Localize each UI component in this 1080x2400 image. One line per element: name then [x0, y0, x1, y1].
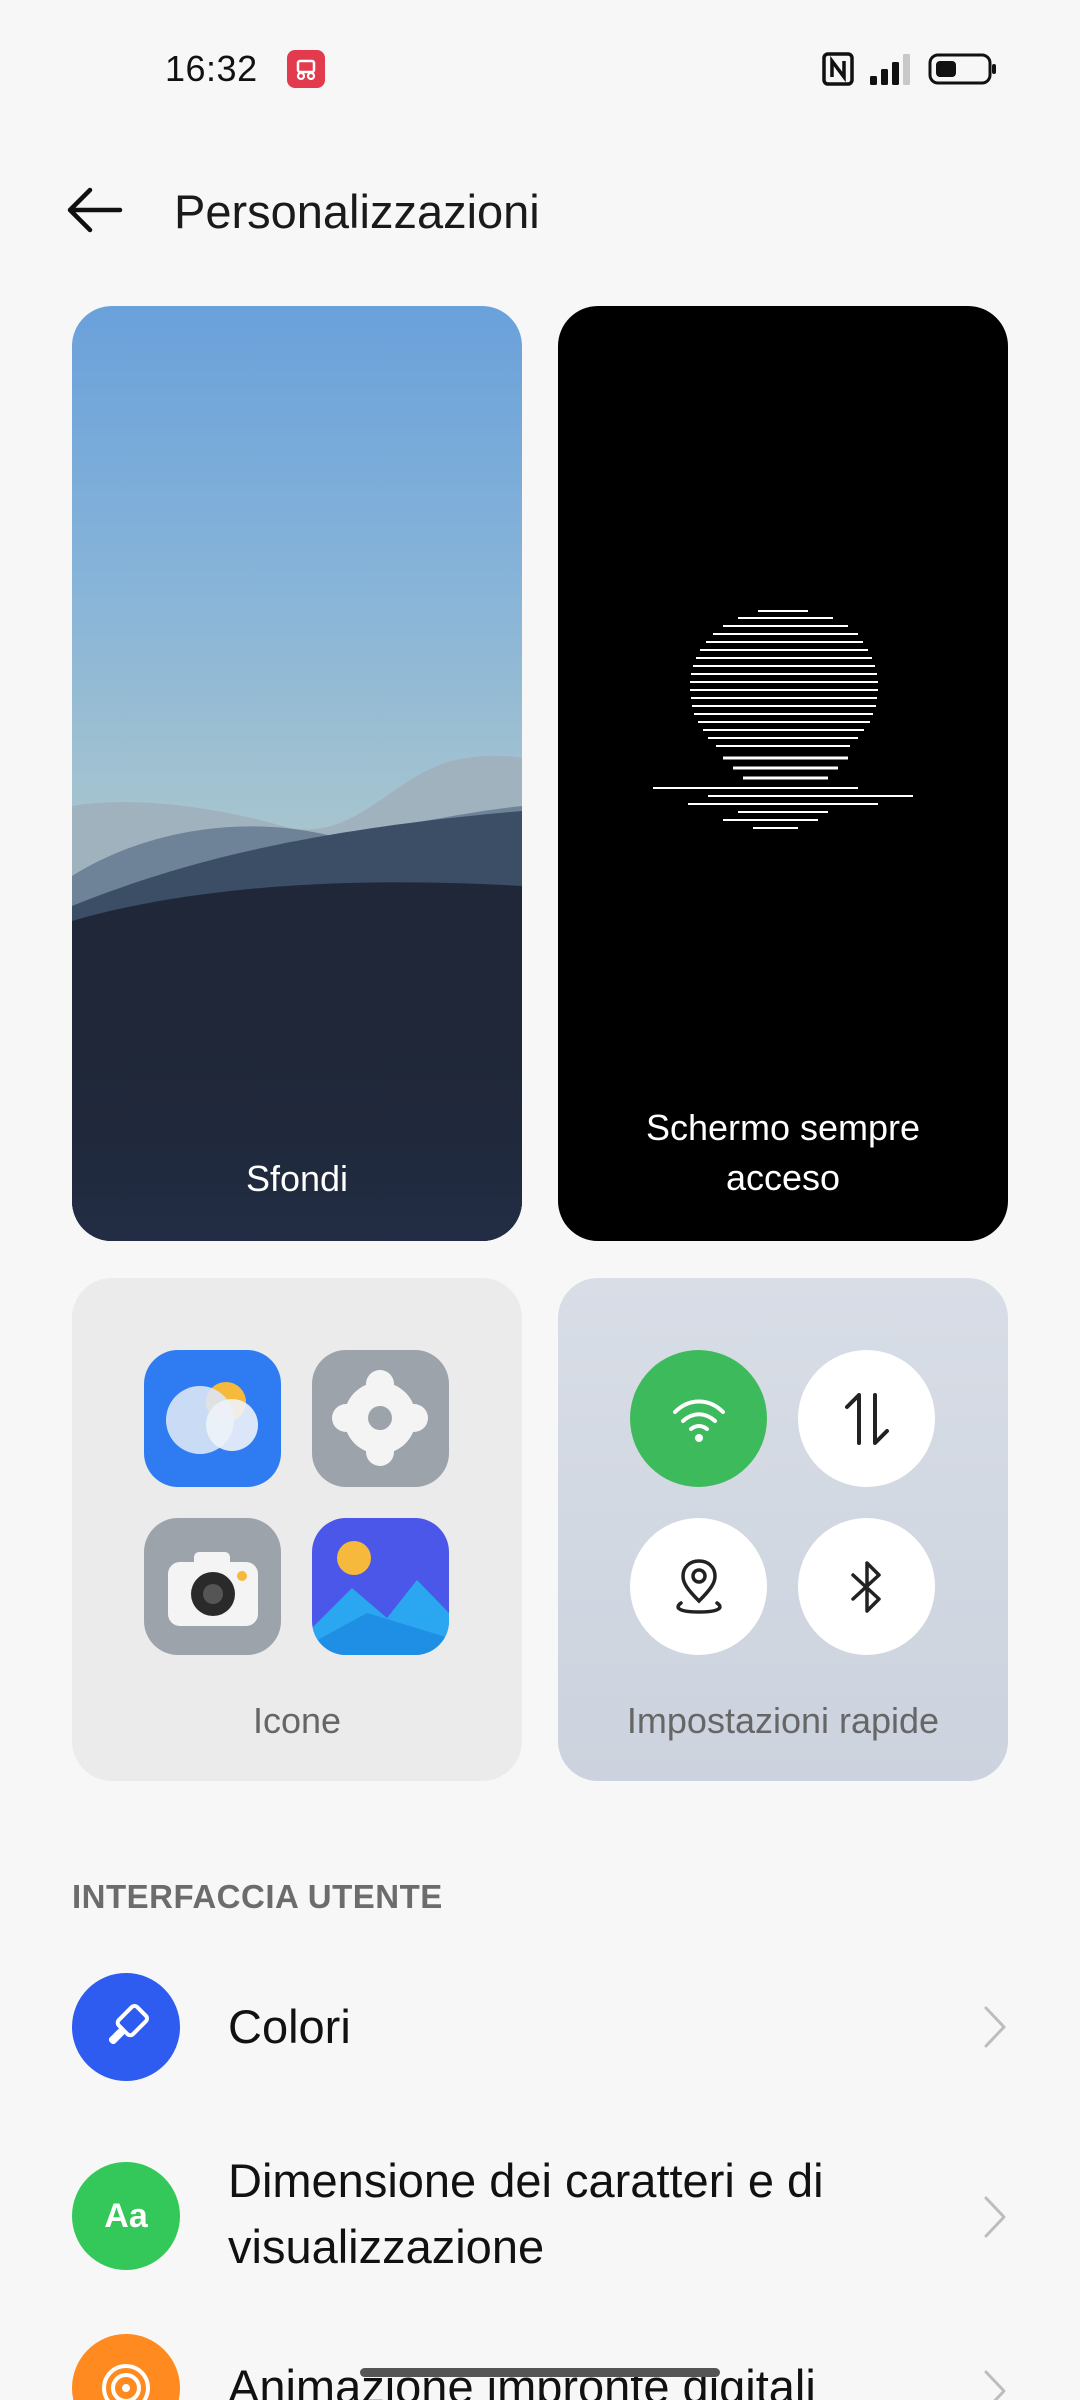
list-item-colors[interactable]: Colori — [0, 1972, 1080, 2082]
status-time: 16:32 — [165, 48, 258, 89]
wallpaper-preview — [72, 755, 522, 1241]
quick-settings-card[interactable]: Impostazioni rapide — [558, 1278, 1008, 1781]
list-item-colors-label: Colori — [228, 2000, 351, 2053]
aod-label-line2: acceso — [725, 1157, 841, 1198]
screen-recorder-icon — [287, 50, 325, 88]
nfc-icon — [822, 52, 854, 86]
bluetooth-toggle — [798, 1518, 935, 1655]
bluetooth-icon — [850, 1560, 881, 1613]
aod-sun-graphic — [653, 610, 913, 829]
list-item-font-size-label-line2: visualizzazione — [228, 2220, 545, 2273]
home-indicator[interactable] — [360, 2368, 720, 2377]
font-size-icon-text: Aa — [104, 2196, 148, 2235]
camera-app-icon — [144, 1518, 281, 1655]
location-toggle — [630, 1518, 767, 1655]
battery-icon — [928, 52, 998, 86]
settings-app-icon — [312, 1350, 449, 1487]
font-size-icon: Aa — [72, 2162, 180, 2270]
list-item-font-size[interactable]: Aa Dimensione dei caratteri e di visuali… — [0, 2150, 1080, 2290]
paint-brush-icon — [72, 1973, 180, 2081]
list-item-font-size-label-line1: Dimensione dei caratteri e di — [228, 2154, 824, 2207]
location-icon — [675, 1558, 722, 1614]
wifi-toggle — [630, 1350, 767, 1487]
list-item-fingerprint-animation[interactable]: Animazione impronte digitali — [0, 2332, 1080, 2400]
list-item-fingerprint-label: Animazione impronte digitali — [228, 2360, 816, 2400]
always-on-display-card[interactable]: Schermo sempre acceso — [558, 306, 1008, 1241]
gallery-app-icon — [312, 1518, 449, 1655]
mobile-data-toggle — [798, 1350, 935, 1487]
wallpaper-card[interactable]: Sfondi — [72, 306, 522, 1241]
quick-settings-label: Impostazioni rapide — [626, 1700, 940, 1741]
data-transfer-icon — [844, 1392, 889, 1445]
wifi-icon — [672, 1399, 725, 1442]
aod-label-line1: Schermo sempre — [645, 1107, 921, 1148]
wallpaper-label: Sfondi — [245, 1158, 349, 1199]
icons-card[interactable]: Icone — [72, 1278, 522, 1781]
fingerprint-icon — [72, 2334, 180, 2400]
signal-icon — [868, 52, 914, 86]
icons-label: Icone — [252, 1700, 342, 1741]
back-button[interactable] — [60, 180, 132, 240]
arrow-left-icon — [67, 187, 123, 233]
page-title: Personalizzazioni — [174, 185, 540, 238]
section-header: INTERFACCIA UTENTE — [72, 1878, 443, 1915]
chevron-right-icon — [984, 2006, 1006, 2048]
weather-app-icon — [144, 1350, 281, 1487]
chevron-right-icon — [984, 2196, 1006, 2238]
chevron-right-icon — [984, 2370, 1006, 2400]
